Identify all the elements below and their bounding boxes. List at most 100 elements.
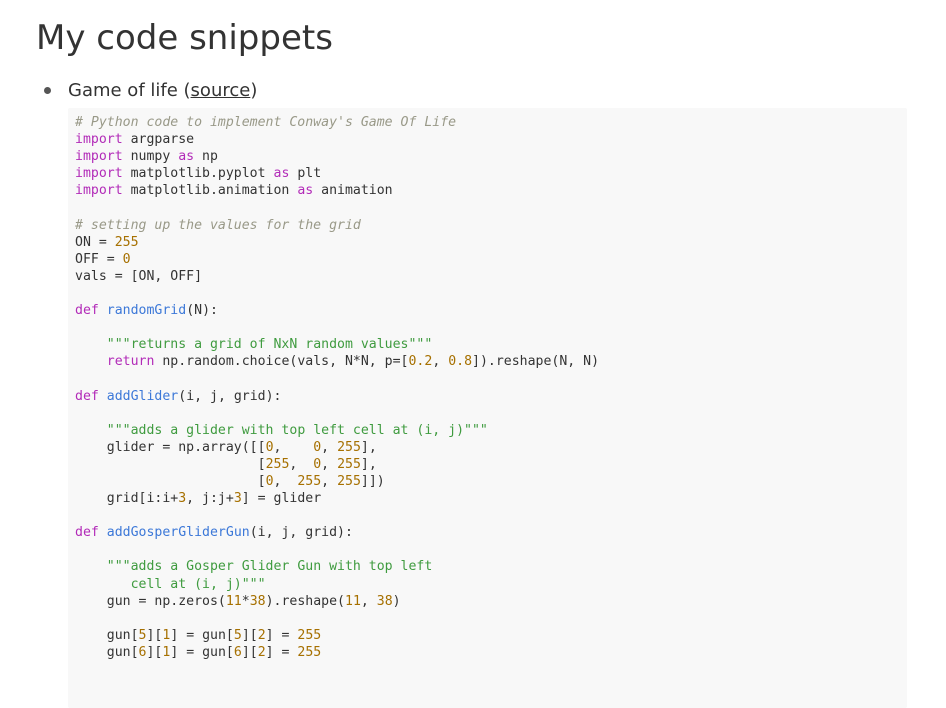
code-line: cell at (i, j)""" [75, 576, 907, 593]
code-token: gun = np.zeros( [75, 593, 226, 609]
code-line: def addGosperGliderGun(i, j, grid): [75, 524, 907, 541]
code-token: 38 [376, 593, 393, 609]
code-line: # Python code to implement Conway's Game… [75, 114, 907, 131]
code-token: 255 [337, 473, 361, 489]
code-token: import [75, 183, 123, 199]
code-text: # Python code to implement Conway's Game… [68, 108, 907, 661]
code-line: # setting up the values for the grid [75, 217, 907, 234]
code-token: randomGrid [106, 303, 187, 319]
code-line: def addGlider(i, j, grid): [75, 388, 907, 405]
code-token: addGlider [106, 388, 179, 404]
code-token: 0 [265, 439, 274, 455]
code-token: 255 [297, 627, 322, 643]
code-token: def [75, 388, 99, 404]
code-token: ON = [75, 234, 115, 250]
code-token: grid[i:i+ [75, 491, 179, 507]
code-token: 5 [233, 627, 242, 643]
code-block: # Python code to implement Conway's Game… [68, 108, 907, 708]
code-line: def randomGrid(N): [75, 302, 907, 319]
snippet-heading: Game of life (source) [68, 78, 257, 104]
code-token: * [241, 593, 250, 609]
code-token: as [273, 166, 290, 182]
code-token: 0 [122, 251, 131, 267]
code-line: import matplotlib.pyplot as plt [75, 165, 907, 182]
code-token: , j:j+ [186, 491, 234, 507]
code-token: [ [75, 473, 266, 489]
code-line: import matplotlib.animation as animation [75, 182, 907, 199]
code-line: gun[5][1] = gun[5][2] = 255 [75, 627, 907, 644]
code-token: return [106, 354, 155, 370]
code-line: gun = np.zeros(11*38).reshape(11, 38) [75, 593, 907, 610]
code-token: """adds a Gosper Glider Gun with top lef… [106, 559, 433, 575]
code-token: def [75, 525, 99, 541]
code-token: 0 [265, 473, 274, 489]
code-token: 0 [313, 456, 322, 472]
code-line: gun[6][1] = gun[6][2] = 255 [75, 644, 907, 661]
code-token: plt [289, 166, 322, 182]
code-token: , [321, 439, 338, 455]
code-line: ON = 255 [75, 234, 907, 251]
code-token: 11 [345, 593, 361, 609]
code-token: # Python code to implement Conway's Game… [75, 115, 457, 130]
code-token: ][ [241, 644, 258, 660]
code-line: """returns a grid of NxN random values""… [75, 336, 907, 353]
code-line: OFF = 0 [75, 251, 907, 268]
code-token: 255 [297, 473, 322, 489]
code-token: , [321, 473, 338, 489]
code-line: """adds a glider with top left cell at (… [75, 422, 907, 439]
code-token: ] = glider [241, 491, 322, 507]
code-token: ).reshape( [265, 593, 345, 609]
paren-open: ( [177, 80, 191, 101]
code-token: OFF = [75, 251, 123, 267]
code-token: numpy [122, 149, 179, 165]
code-token: np.random.choice(vals, N*N, p=[ [154, 354, 409, 370]
code-token: """returns a grid of NxN random values""… [106, 337, 433, 353]
code-token: 2 [257, 627, 266, 643]
code-token: 0.8 [448, 354, 473, 370]
code-token: , [321, 456, 338, 472]
code-line: """adds a Gosper Glider Gun with top lef… [75, 558, 907, 575]
code-token: ][ [146, 627, 163, 643]
code-token: as [297, 183, 314, 199]
code-token: 255 [337, 456, 361, 472]
source-link[interactable]: source [191, 80, 251, 101]
code-token: vals = [ON, OFF] [75, 268, 203, 284]
code-token: ) [392, 593, 401, 609]
code-token: (N): [186, 303, 218, 319]
code-token: addGosperGliderGun [106, 525, 250, 541]
code-token: (i, j, grid): [178, 388, 282, 404]
code-token: ]).reshape(N, N) [472, 354, 600, 370]
code-token: # setting up the values for the grid [75, 217, 361, 233]
code-token: ][ [146, 644, 163, 660]
code-token: 255 [114, 234, 139, 250]
page-title: My code snippets [36, 18, 333, 58]
code-token: 255 [265, 456, 290, 472]
code-token: ], [360, 456, 377, 472]
code-token: import [75, 149, 123, 165]
code-token: 0 [313, 439, 322, 455]
code-token: , [273, 439, 314, 455]
code-token: import [75, 132, 123, 148]
code-line: glider = np.array([[0, 0, 255], [75, 439, 907, 456]
code-token: 255 [297, 644, 322, 660]
code-token: 11 [225, 593, 242, 609]
code-token: gun[ [75, 627, 139, 643]
code-token: matplotlib.pyplot [122, 166, 274, 182]
code-line: return np.random.choice(vals, N*N, p=[ 0.… [75, 353, 907, 370]
code-token: , [360, 593, 377, 609]
code-token: ], [360, 439, 377, 455]
code-token: (i, j, grid): [249, 525, 353, 541]
code-token: """adds a glider with top left cell at (… [106, 422, 488, 438]
code-token: matplotlib.animation [122, 183, 298, 199]
code-token: animation [313, 183, 393, 199]
code-token: glider = np.array([[ [75, 439, 266, 455]
